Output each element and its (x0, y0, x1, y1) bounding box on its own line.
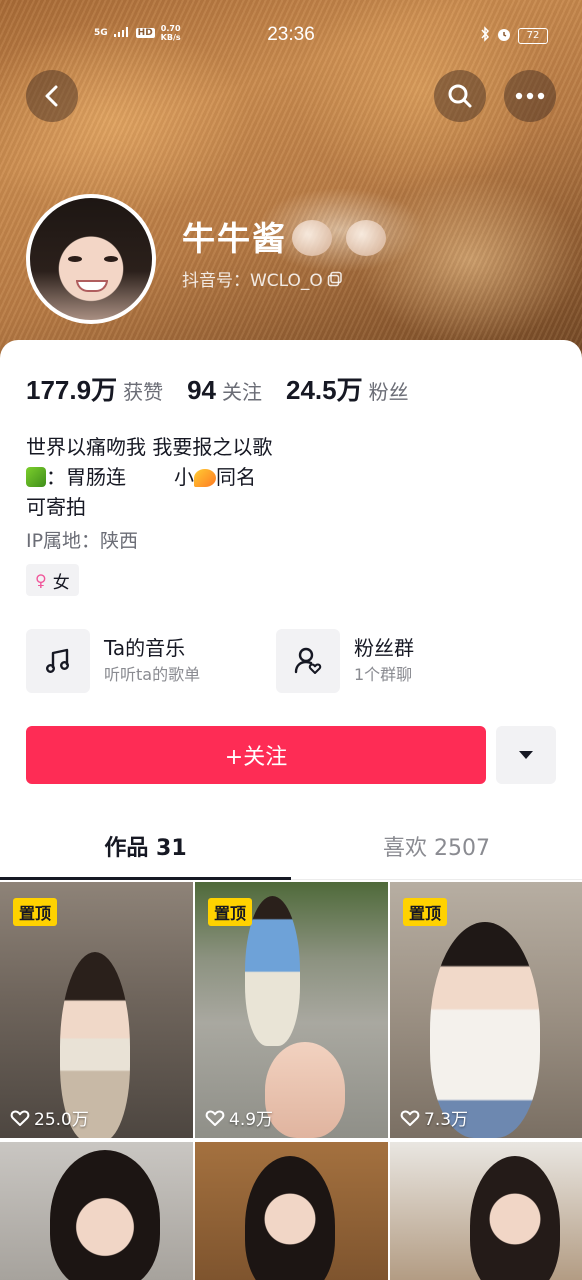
music-entry[interactable]: Ta的音乐 听听ta的歌单 (26, 628, 200, 694)
avatar-detail (68, 256, 82, 262)
copy-icon[interactable] (327, 271, 343, 287)
stats-row: 177.9万 获赞 94 关注 24.5万 粉丝 (26, 370, 433, 407)
pinned-badge: 置顶 (13, 898, 58, 926)
more-options-button[interactable] (504, 70, 556, 122)
bio-line: ：胃肠连 小同名 (26, 462, 272, 492)
video-likes: 7.3万 (400, 1105, 468, 1130)
video-thumbnail[interactable]: 置顶 7.3万 (390, 882, 582, 1138)
video-likes: 4.9万 (205, 1105, 273, 1130)
video-thumbnail[interactable] (0, 1142, 193, 1280)
back-arrow-icon (45, 85, 58, 107)
ip-location: IP属地：陕西 (26, 530, 139, 552)
search-icon (448, 84, 472, 108)
fan-group-entry-text: 粉丝群 1个群聊 (354, 634, 414, 688)
video-thumbnail[interactable]: 置顶 4.9万 (195, 882, 388, 1138)
caterpillar-emoji-icon (26, 467, 46, 487)
music-entry-title: Ta的音乐 (104, 636, 186, 660)
active-tab-indicator (0, 877, 291, 880)
mango-emoji-icon (194, 469, 216, 487)
video-thumbnail[interactable] (390, 1142, 582, 1280)
tab-likes[interactable]: 喜欢 2507 (291, 818, 582, 880)
video-likes: 25.0万 (10, 1105, 89, 1130)
bio-text: 小 (174, 465, 194, 489)
triangle-down-icon (519, 751, 533, 759)
bio-line: 可寄拍 (26, 495, 86, 519)
pinned-badge: 置顶 (403, 898, 448, 926)
music-entry-text: Ta的音乐 听听ta的歌单 (104, 634, 200, 688)
heart-icon (205, 1109, 225, 1126)
following-label: 关注 (222, 380, 262, 404)
tab-works[interactable]: 作品 31 (0, 818, 291, 880)
bio: 世界以痛吻我 我要报之以歌 ：胃肠连 小同名 可寄拍 (26, 432, 272, 522)
avatar-detail (76, 280, 108, 292)
more-dots-icon (515, 92, 545, 100)
content-tabs: 作品 31 喜欢 2507 (0, 818, 582, 880)
douyin-id-text: 抖音号：WCLO_O (182, 271, 323, 291)
followers-label: 粉丝 (368, 380, 409, 404)
bluetooth-icon (480, 26, 490, 45)
thumbnail-figure (50, 1150, 160, 1280)
music-entry-subtitle: 听听ta的歌单 (104, 665, 201, 684)
alarm-icon (496, 26, 512, 45)
fan-group-entry-subtitle: 1个群聊 (354, 665, 413, 684)
douyin-id[interactable]: 抖音号：WCLO_O (182, 266, 343, 291)
gender-tag: ♀ 女 (26, 564, 79, 596)
female-icon: ♀ (35, 570, 47, 590)
bio-text: 同名 (216, 465, 256, 489)
video-likes-count: 25.0万 (34, 1110, 89, 1130)
back-button[interactable] (26, 70, 78, 122)
thumbnail-figure (245, 1156, 335, 1280)
background-decoration (346, 220, 386, 256)
thumbnail-figure (470, 1156, 560, 1280)
status-right: 72 (480, 26, 548, 45)
battery-indicator: 72 (518, 27, 548, 44)
video-thumbnail[interactable]: 置顶 25.0万 (0, 882, 193, 1138)
profile-name: 牛牛酱 (182, 219, 287, 258)
status-bar: 5G HD 0.70 KB/s 23:36 72 (0, 22, 582, 50)
fan-group-icon (294, 647, 322, 674)
avatar[interactable] (26, 194, 156, 324)
pinned-badge: 置顶 (208, 898, 253, 926)
background-decoration (292, 220, 332, 256)
follow-button[interactable]: +关注 (26, 726, 486, 784)
fan-group-entry[interactable]: 粉丝群 1个群聊 (276, 628, 414, 694)
thumbnail-hand (265, 1042, 345, 1138)
music-note-icon (45, 648, 70, 674)
profile-card: 177.9万 获赞 94 关注 24.5万 粉丝 世界以痛吻我 我要报之以歌 ：… (0, 340, 582, 1280)
thumbnail-figure (245, 896, 300, 1046)
following-count[interactable]: 94 (187, 375, 216, 406)
likes-count[interactable]: 177.9万 (26, 370, 117, 407)
video-likes-count: 4.9万 (229, 1110, 274, 1130)
fan-group-icon-box (276, 629, 340, 693)
bio-text: ：胃肠连 (46, 465, 126, 489)
followers-count[interactable]: 24.5万 (286, 370, 363, 407)
heart-icon (10, 1109, 30, 1126)
music-icon-box (26, 629, 90, 693)
likes-label: 获赞 (123, 380, 164, 404)
heart-icon (400, 1109, 420, 1126)
video-thumbnail[interactable] (195, 1142, 388, 1280)
video-likes-count: 7.3万 (424, 1110, 469, 1130)
avatar-detail (104, 256, 118, 262)
gender-label: 女 (52, 572, 70, 593)
bio-line: 世界以痛吻我 我要报之以歌 (26, 435, 273, 459)
fan-group-entry-title: 粉丝群 (354, 636, 414, 660)
search-button[interactable] (434, 70, 486, 122)
recommend-dropdown-button[interactable] (496, 726, 556, 784)
